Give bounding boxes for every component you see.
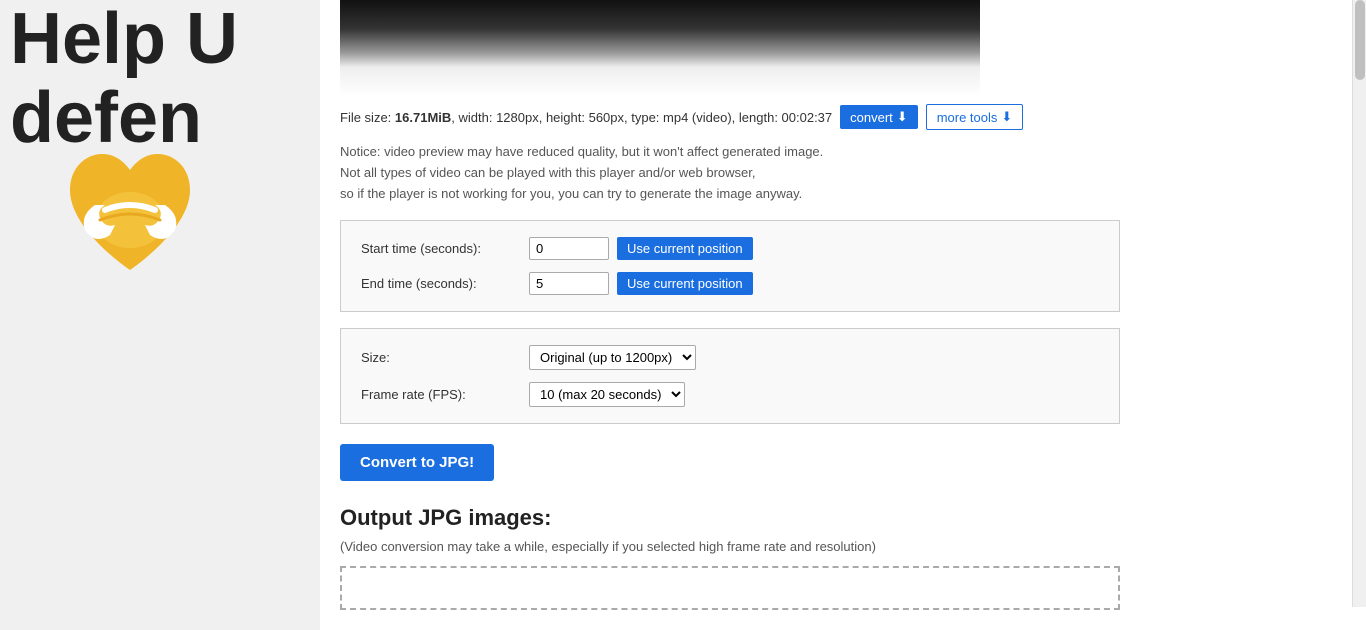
start-time-label: Start time (seconds): [361,241,521,256]
end-time-row: End time (seconds): Use current position [361,272,1099,295]
size-fps-panel: Size: Original (up to 1200px) Small (up … [340,328,1120,424]
file-info-row: File size: 16.71MiB, width: 1280px, heig… [340,104,1346,130]
notice-box: Notice: video preview may have reduced q… [340,142,1346,204]
left-sidebar: Help U defen [0,0,320,630]
file-size-value: 16.71MiB [395,110,451,125]
sidebar-logo [50,130,210,290]
notice-line3: so if the player is not working for you,… [340,184,1346,205]
scrollbar[interactable] [1352,0,1366,607]
more-tools-label: more tools [937,110,998,125]
fps-label: Frame rate (FPS): [361,387,521,402]
end-time-input[interactable] [529,272,609,295]
video-preview-inner [340,0,980,96]
more-tools-down-icon: ⬇ [1001,109,1012,125]
convert-to-jpg-button[interactable]: Convert to JPG! [340,444,494,481]
fps-row: Frame rate (FPS): 5 (max 40 seconds) 10 … [361,382,1099,407]
output-title: Output JPG images: [340,505,1346,531]
output-notice: (Video conversion may take a while, espe… [340,539,1346,554]
file-info-suffix: , width: 1280px, height: 560px, type: mp… [451,110,832,125]
main-content: File size: 16.71MiB, width: 1280px, heig… [320,0,1366,630]
fps-select[interactable]: 5 (max 40 seconds) 10 (max 20 seconds) 1… [529,382,685,407]
scrollbar-thumb[interactable] [1355,0,1365,80]
output-dropzone [340,566,1120,610]
convert-button[interactable]: convert ⬇ [840,105,918,129]
output-section: Output JPG images: (Video conversion may… [340,505,1346,610]
size-label: Size: [361,350,521,365]
notice-line2: Not all types of video can be played wit… [340,163,1346,184]
file-size-prefix: File size: [340,110,395,125]
sidebar-text-line1: Help U [10,0,238,79]
convert-down-icon: ⬇ [897,109,908,125]
file-info-text: File size: 16.71MiB, width: 1280px, heig… [340,110,832,125]
notice-line1: Notice: video preview may have reduced q… [340,142,1346,163]
more-tools-button[interactable]: more tools ⬇ [926,104,1024,130]
use-position-start-button[interactable]: Use current position [617,237,753,260]
video-preview [340,0,980,96]
start-time-row: Start time (seconds): Use current positi… [361,237,1099,260]
convert-label: convert [850,110,893,125]
start-time-input[interactable] [529,237,609,260]
use-position-end-button[interactable]: Use current position [617,272,753,295]
size-row: Size: Original (up to 1200px) Small (up … [361,345,1099,370]
end-time-label: End time (seconds): [361,276,521,291]
time-options-panel: Start time (seconds): Use current positi… [340,220,1120,312]
size-select[interactable]: Original (up to 1200px) Small (up to 400… [529,345,696,370]
